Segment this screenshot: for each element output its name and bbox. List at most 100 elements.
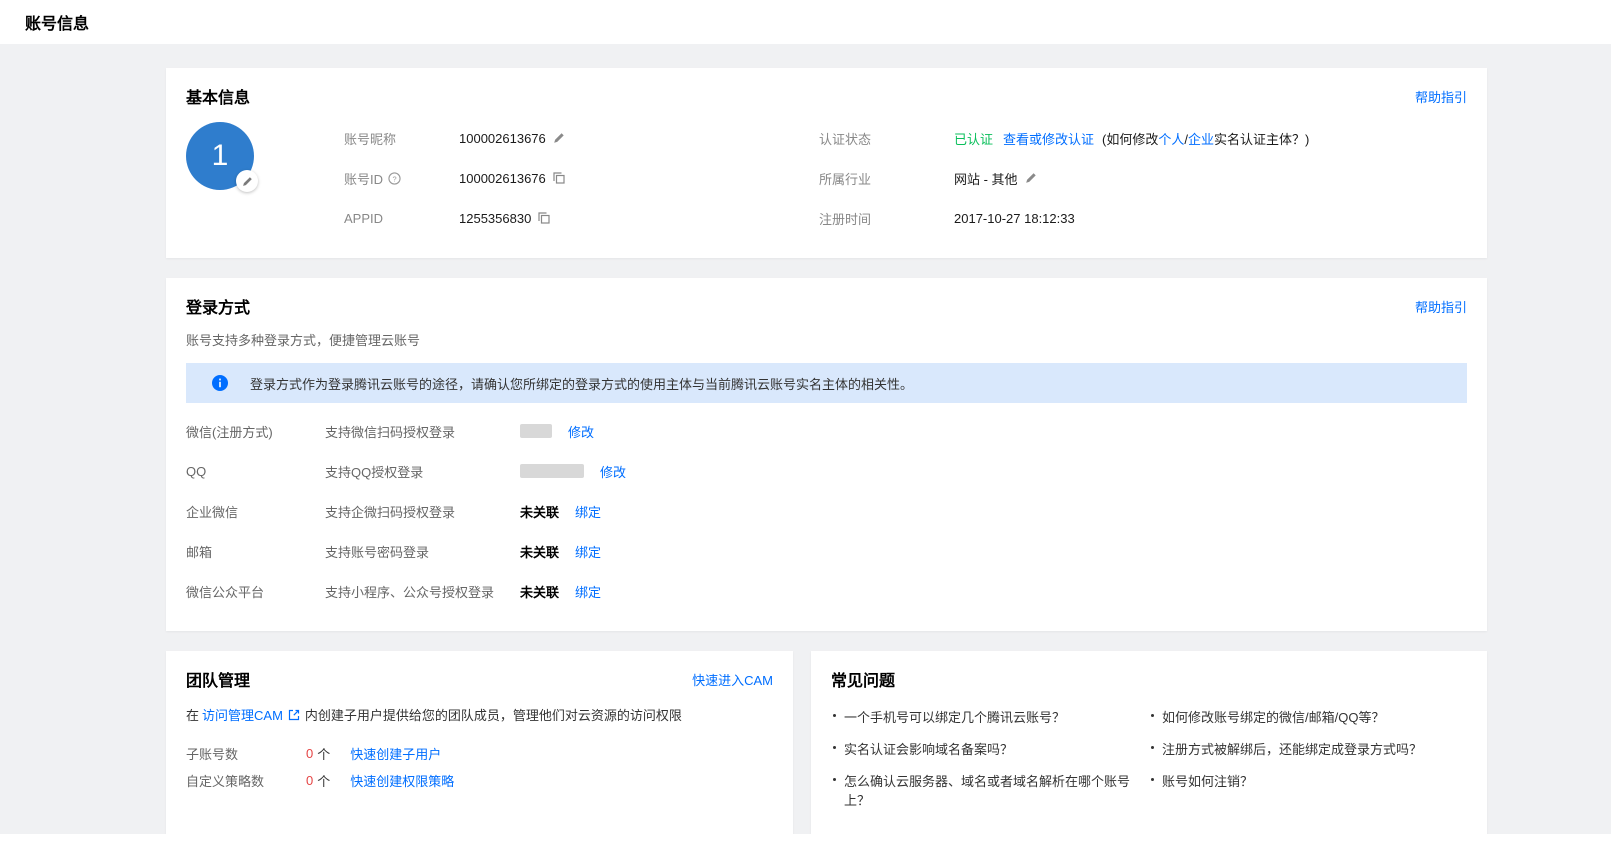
- team-stats: 子账号数 0 个 快速创建子用户 自定义策略数 0 个 快速创建权限策略: [186, 740, 773, 794]
- bind-link[interactable]: 绑定: [575, 502, 601, 521]
- faq-item[interactable]: 如何修改账号绑定的微信/邮箱/QQ等？: [1149, 707, 1467, 726]
- login-method-status: 未关联: [520, 542, 559, 561]
- nickname-row: 账号昵称 100002613676: [344, 118, 819, 158]
- login-methods-subtitle: 账号支持多种登录方式，便捷管理云账号: [186, 330, 1467, 349]
- modify-link[interactable]: 修改: [568, 422, 594, 441]
- register-time-label: 注册时间: [819, 209, 871, 228]
- auth-note-prefix: (如何修改: [1102, 132, 1158, 147]
- personal-link[interactable]: 个人: [1158, 132, 1184, 147]
- login-methods-card: 登录方式 帮助指引 账号支持多种登录方式，便捷管理云账号 登录方式作为登录腾讯云…: [166, 278, 1487, 631]
- info-banner: 登录方式作为登录腾讯云账号的途径，请确认您所绑定的登录方式的使用主体与当前腾讯云…: [186, 363, 1467, 403]
- basic-info-header: 基本信息 帮助指引: [186, 84, 1467, 108]
- basic-info-help-link[interactable]: 帮助指引: [1415, 87, 1467, 106]
- bullet-dot: [833, 778, 836, 781]
- faq-header: 常见问题: [831, 667, 1467, 691]
- sub-account-label: 子账号数: [186, 744, 306, 763]
- avatar-wrap: 1: [186, 118, 344, 238]
- edit-icon[interactable]: [1025, 172, 1037, 184]
- appid-row: APPID 1255356830: [344, 198, 819, 238]
- avatar-text: 1: [212, 139, 229, 173]
- create-sub-user-link[interactable]: 快速创建子用户: [350, 744, 441, 763]
- help-icon[interactable]: ?: [388, 172, 401, 185]
- industry-value: 网站 - 其他: [954, 169, 1018, 188]
- faq-item[interactable]: 账号如何注销？: [1149, 771, 1467, 790]
- account-id-value: 100002613676: [459, 171, 546, 186]
- login-methods-help-link[interactable]: 帮助指引: [1415, 297, 1467, 316]
- team-desc-suffix: 内创建子用户提供给您的团队成员，管理他们对云资源的访问权限: [305, 705, 682, 724]
- faq-card: 常见问题 一个手机号可以绑定几个腾讯云账号？ 实名认证会影响域名备案吗？ 怎么确…: [811, 651, 1487, 834]
- content-background: 基本信息 帮助指引 1 账号昵称 100002613676: [0, 44, 1611, 834]
- bind-link[interactable]: 绑定: [575, 582, 601, 601]
- login-row-wechat-official: 微信公众平台 支持小程序、公众号授权登录 未关联 绑定: [186, 571, 1467, 611]
- bullet-dot: [1151, 714, 1154, 717]
- cam-link[interactable]: 访问管理CAM: [202, 705, 283, 724]
- appid-label: APPID: [344, 211, 383, 226]
- masked-value: [520, 424, 552, 438]
- team-management-card: 团队管理 快速进入CAM 在 访问管理CAM 内创建子用户提供给您的团队成员，管…: [166, 651, 793, 834]
- modify-link[interactable]: 修改: [600, 462, 626, 481]
- faq-item[interactable]: 注册方式被解绑后，还能绑定成登录方式吗？: [1149, 739, 1467, 758]
- team-header: 团队管理 快速进入CAM: [186, 667, 773, 691]
- register-time-row: 注册时间 2017-10-27 18:12:33: [819, 198, 1467, 238]
- basic-info-title: 基本信息: [186, 84, 250, 108]
- copy-icon[interactable]: [538, 212, 550, 224]
- info-banner-text: 登录方式作为登录腾讯云账号的途径，请确认您所绑定的登录方式的使用主体与当前腾讯云…: [250, 374, 913, 393]
- login-method-name: 微信公众平台: [186, 582, 325, 601]
- team-title: 团队管理: [186, 667, 250, 691]
- avatar-edit-button[interactable]: [236, 170, 258, 192]
- view-or-modify-auth-link[interactable]: 查看或修改认证: [1003, 129, 1094, 148]
- team-desc-prefix: 在: [186, 705, 199, 724]
- external-link-icon[interactable]: [288, 709, 300, 721]
- create-policy-link[interactable]: 快速创建权限策略: [350, 771, 454, 790]
- faq-item[interactable]: 一个手机号可以绑定几个腾讯云账号？: [831, 707, 1149, 726]
- faq-column-2: 如何修改账号绑定的微信/邮箱/QQ等？ 注册方式被解绑后，还能绑定成登录方式吗？…: [1149, 707, 1467, 822]
- sub-account-stat-row: 子账号数 0 个 快速创建子用户: [186, 740, 773, 767]
- auth-status-row: 认证状态 已认证 查看或修改认证 (如何修改个人/企业实名认证主体？): [819, 118, 1467, 158]
- basic-info-card: 基本信息 帮助指引 1 账号昵称 100002613676: [166, 68, 1487, 258]
- login-row-email: 邮箱 支持账号密码登录 未关联 绑定: [186, 531, 1467, 571]
- faq-item-text[interactable]: 一个手机号可以绑定几个腾讯云账号？: [844, 707, 1065, 726]
- bullet-dot: [1151, 778, 1154, 781]
- login-row-wecom: 企业微信 支持企微扫码授权登录 未关联 绑定: [186, 491, 1467, 531]
- login-methods-header: 登录方式 帮助指引: [186, 294, 1467, 318]
- custom-policy-label: 自定义策略数: [186, 771, 306, 790]
- edit-icon[interactable]: [553, 132, 565, 144]
- faq-item-text[interactable]: 实名认证会影响域名备案吗？: [844, 739, 1013, 758]
- avatar: 1: [186, 122, 254, 190]
- bind-link[interactable]: 绑定: [575, 542, 601, 561]
- login-methods-title: 登录方式: [186, 294, 250, 318]
- masked-value: [520, 464, 584, 478]
- faq-item[interactable]: 实名认证会影响域名备案吗？: [831, 739, 1149, 758]
- page-title: 账号信息: [25, 10, 89, 34]
- custom-policy-stat-row: 自定义策略数 0 个 快速创建权限策略: [186, 767, 773, 794]
- faq-item-text[interactable]: 账号如何注销？: [1162, 771, 1253, 790]
- faq-item-text[interactable]: 注册方式被解绑后，还能绑定成登录方式吗？: [1162, 739, 1422, 758]
- login-method-name: 邮箱: [186, 542, 325, 561]
- login-row-qq: QQ 支持QQ授权登录 修改: [186, 451, 1467, 491]
- basic-info-body: 1 账号昵称 100002613676 账号ID: [186, 118, 1467, 238]
- faq-item-text[interactable]: 怎么确认云服务器、域名或者域名解析在哪个账号上？: [844, 771, 1149, 809]
- industry-row: 所属行业 网站 - 其他: [819, 158, 1467, 198]
- quick-enter-cam-link[interactable]: 快速进入CAM: [692, 670, 773, 689]
- basic-info-left-column: 账号昵称 100002613676 账号ID ? 100002613676: [344, 118, 819, 238]
- login-method-name: QQ: [186, 464, 325, 479]
- bullet-dot: [833, 714, 836, 717]
- login-method-desc: 支持账号密码登录: [325, 542, 520, 561]
- sub-account-unit: 个: [317, 744, 330, 763]
- faq-columns: 一个手机号可以绑定几个腾讯云账号？ 实名认证会影响域名备案吗？ 怎么确认云服务器…: [831, 707, 1467, 822]
- account-id-label: 账号ID: [344, 169, 383, 188]
- faq-item-text[interactable]: 如何修改账号绑定的微信/邮箱/QQ等？: [1162, 707, 1384, 726]
- svg-text:?: ?: [392, 174, 396, 183]
- custom-policy-unit: 个: [317, 771, 330, 790]
- nickname-value: 100002613676: [459, 131, 546, 146]
- register-time-value: 2017-10-27 18:12:33: [954, 211, 1075, 226]
- top-bar: 账号信息: [0, 0, 1611, 44]
- industry-label: 所属行业: [819, 169, 871, 188]
- auth-note-suffix: 实名认证主体？): [1214, 132, 1309, 147]
- enterprise-link[interactable]: 企业: [1188, 132, 1214, 147]
- appid-value: 1255356830: [459, 211, 531, 226]
- copy-icon[interactable]: [553, 172, 565, 184]
- login-method-desc: 支持微信扫码授权登录: [325, 422, 520, 441]
- faq-item[interactable]: 怎么确认云服务器、域名或者域名解析在哪个账号上？: [831, 771, 1149, 809]
- team-description: 在 访问管理CAM 内创建子用户提供给您的团队成员，管理他们对云资源的访问权限: [186, 705, 773, 724]
